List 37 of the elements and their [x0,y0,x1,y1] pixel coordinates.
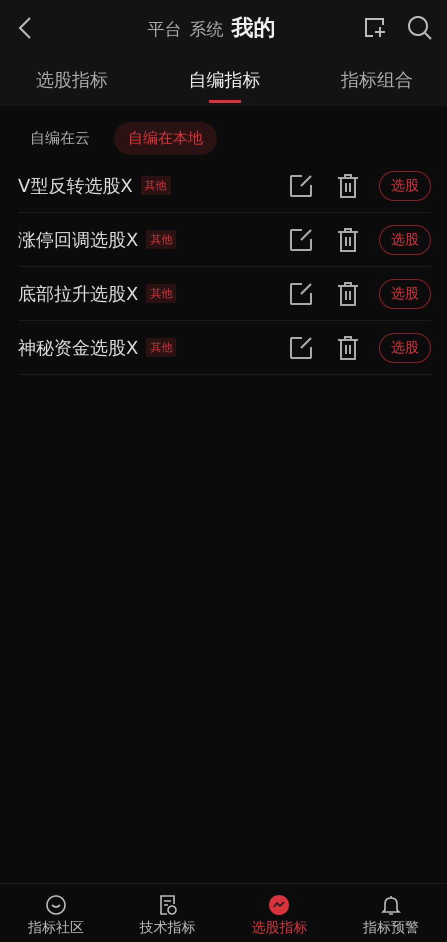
select-stock-button[interactable]: 选股 [379,170,431,200]
search-icon[interactable] [407,15,433,41]
nav-item[interactable]: 技术指标 [140,884,196,942]
delete-icon[interactable] [337,280,359,306]
segment-tab[interactable]: 自编在本地 [114,122,217,155]
nav-item[interactable]: 指标社区 [28,884,84,942]
add-icon[interactable] [363,16,387,40]
edit-icon[interactable] [289,228,313,252]
back-icon[interactable] [18,16,32,40]
select-stock-button[interactable]: 选股 [379,332,431,362]
formula-name: 底部拉升选股X [18,282,138,306]
source-tab[interactable]: 系统 [190,18,224,41]
segment-tab[interactable]: 自编在云 [30,129,90,148]
select-stock-button[interactable]: 选股 [379,224,431,254]
chart-bubble-icon [268,894,290,916]
edit-icon[interactable] [289,336,313,360]
category-tag: 其他 [146,230,176,249]
formula-name: 神秘资金选股X [18,336,138,360]
source-tab[interactable]: 平台 [148,18,182,41]
nav-item[interactable]: 指标预警 [363,884,420,942]
delete-icon[interactable] [337,172,359,198]
tab[interactable]: 选股指标 [36,56,108,106]
formula-name: 涨停回调选股X [18,228,138,252]
category-tag: 其他 [140,176,171,195]
edit-icon[interactable] [289,282,313,306]
formula-name: V型反转选股X [18,174,133,198]
select-stock-button[interactable]: 选股 [379,278,431,308]
bell-icon [380,894,402,916]
category-tag: 其他 [146,284,176,303]
nav-item[interactable]: 选股指标 [251,884,308,942]
source-tab[interactable]: 我的 [232,13,276,43]
category-tag: 其他 [146,338,176,357]
smile-icon [44,894,67,916]
edit-icon[interactable] [289,174,313,198]
delete-icon[interactable] [337,226,359,252]
tab[interactable]: 指标组合 [341,56,413,106]
delete-icon[interactable] [337,334,359,360]
